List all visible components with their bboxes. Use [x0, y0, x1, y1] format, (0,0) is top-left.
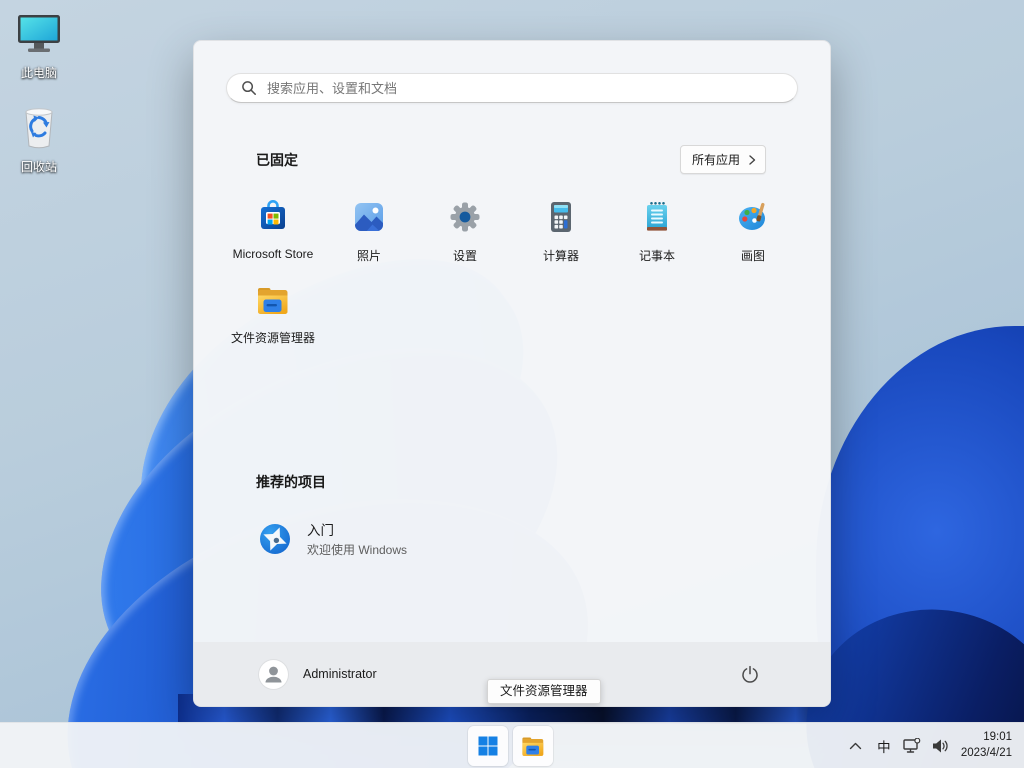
- user-name: Administrator: [303, 667, 377, 681]
- this-pc-icon: [16, 12, 62, 61]
- recommended-item-title: 入门: [307, 523, 334, 538]
- start-button[interactable]: [468, 726, 508, 766]
- settings-icon: [447, 199, 483, 240]
- pinned-section-header: 已固定 所有应用: [256, 145, 766, 174]
- search-row: [194, 41, 830, 103]
- file-explorer-icon: [255, 283, 291, 322]
- pinned-app-photos[interactable]: 照片: [321, 192, 417, 276]
- desktop-screen: 此电脑 回收站 搜索应用、设置和文档 已固定 所有应用 Microsoft St…: [0, 0, 1024, 768]
- recommended-item-text: 入门 欢迎使用 Windows: [307, 519, 407, 558]
- microsoft-store-icon: [255, 199, 291, 240]
- ime-indicator[interactable]: 中: [871, 730, 897, 762]
- hidden-icons-button[interactable]: [843, 730, 869, 762]
- ime-label: 中: [877, 740, 891, 755]
- user-avatar[interactable]: [259, 659, 288, 689]
- recommended-title: 推荐的项目: [256, 474, 326, 490]
- pinned-app-label: 记事本: [638, 249, 675, 263]
- file-explorer-icon: [520, 734, 546, 758]
- network-button[interactable]: [899, 730, 925, 762]
- chevron-up-icon: [849, 742, 862, 750]
- pinned-app-microsoft-store[interactable]: Microsoft Store: [225, 192, 321, 276]
- pinned-app-paint[interactable]: 画图: [705, 192, 801, 276]
- pinned-app-notepad[interactable]: 记事本: [609, 192, 705, 276]
- paint-icon: [735, 199, 771, 240]
- desktop-icon-label: 此电脑: [20, 66, 57, 80]
- search-icon: [241, 80, 257, 96]
- pinned-app-label: 计算器: [542, 249, 579, 263]
- network-icon: [903, 738, 921, 754]
- recommended-section-header: 推荐的项目: [256, 472, 768, 492]
- notepad-icon: [639, 199, 675, 240]
- power-icon: [741, 665, 759, 683]
- photos-icon: [351, 199, 387, 240]
- recycle-bin-icon: [17, 104, 61, 155]
- pinned-app-label: 文件资源管理器: [230, 331, 315, 345]
- all-apps-button[interactable]: 所有应用: [679, 145, 766, 174]
- power-button[interactable]: [733, 657, 767, 691]
- taskbar: 中 19:01 2023/4/21: [0, 722, 1024, 768]
- pinned-app-label: 画图: [740, 249, 765, 263]
- all-apps-label: 所有应用: [691, 153, 740, 167]
- pinned-app-settings[interactable]: 设置: [417, 192, 513, 276]
- search-input[interactable]: [267, 80, 783, 96]
- get-started-icon: [256, 520, 294, 558]
- start-menu: 已固定 所有应用: [193, 40, 831, 707]
- pinned-app-label: 设置: [452, 249, 477, 263]
- windows-logo-icon: [478, 736, 498, 756]
- clock-time: 19:01: [983, 731, 1012, 744]
- pinned-app-label: 照片: [356, 249, 381, 263]
- speaker-icon: [931, 738, 949, 754]
- search-box[interactable]: [226, 73, 798, 103]
- taskbar-center-icons: [468, 726, 553, 766]
- desktop-icon-recycle-bin[interactable]: 回收站: [0, 104, 78, 175]
- desktop-icon-label: 回收站: [20, 160, 57, 174]
- taskbar-app-file-explorer[interactable]: [513, 726, 553, 766]
- recommended-item-subtitle: 欢迎使用 Windows: [307, 543, 408, 557]
- pinned-app-calculator[interactable]: 计算器: [513, 192, 609, 276]
- desktop-icon-this-pc[interactable]: 此电脑: [0, 12, 78, 81]
- volume-button[interactable]: [927, 730, 953, 762]
- calculator-icon: [543, 199, 579, 240]
- taskbar-clock[interactable]: 19:01 2023/4/21: [955, 728, 1018, 763]
- taskbar-tooltip: 文件资源管理器: [487, 679, 601, 704]
- pinned-app-label: Microsoft Store: [232, 247, 314, 261]
- clock-date: 2023/4/21: [960, 747, 1012, 759]
- pinned-app-file-explorer[interactable]: 文件资源管理器: [225, 276, 321, 360]
- pinned-app-grid: Microsoft Store 照片 设置 计算器 记事本 画图 文件资源管理器: [225, 192, 799, 360]
- recommended-item-get-started[interactable]: 入门 欢迎使用 Windows: [248, 512, 548, 565]
- chevron-right-icon: [749, 154, 756, 165]
- pinned-title: 已固定: [256, 151, 298, 168]
- system-tray: 中 19:01 2023/4/21: [843, 723, 1018, 768]
